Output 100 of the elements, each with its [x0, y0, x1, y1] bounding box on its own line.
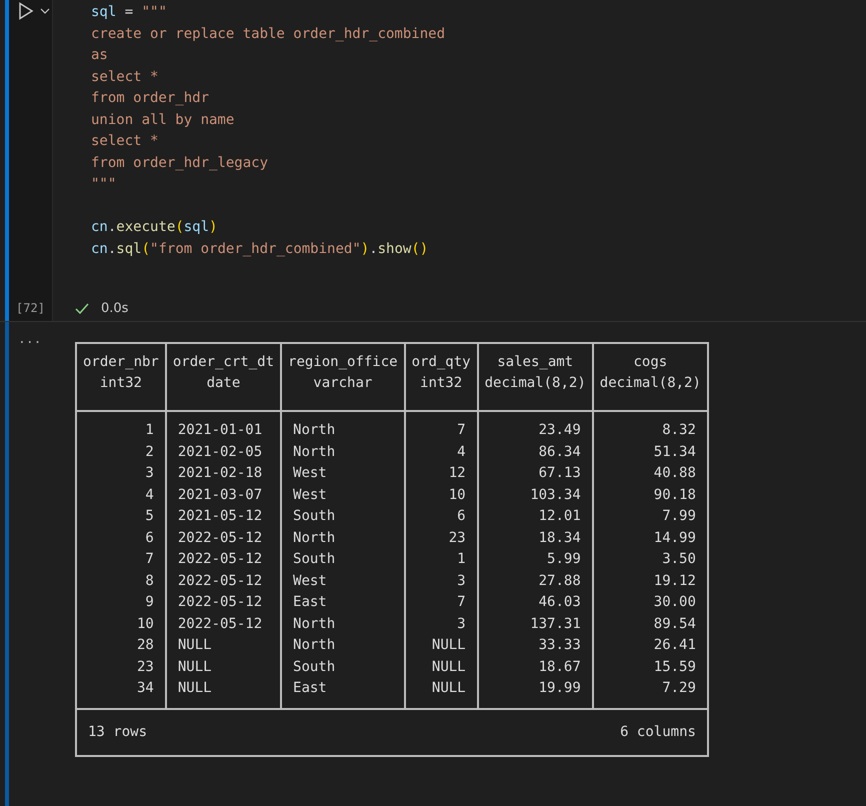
column-count: 6 columns [620, 722, 696, 742]
column-name: ord_qty [412, 353, 471, 372]
column-name: order_nbr [83, 353, 159, 372]
table-cell: 34 [137, 680, 154, 696]
table-cell: 89.54 [654, 616, 696, 632]
table-cell: 2022-05-12 [178, 551, 262, 567]
row-count: 13 rows [88, 722, 148, 742]
table-cell: 90.18 [654, 486, 696, 502]
execution-duration: 0.0s [101, 301, 128, 316]
table-cell: 2021-03-07 [178, 486, 262, 502]
table-cell: West [293, 572, 327, 588]
table-cell: NULL [178, 658, 212, 674]
table-cell: 6 [145, 530, 154, 546]
table-cell: 5 [145, 508, 154, 524]
table-cell: 3 [457, 572, 466, 588]
execution-count: [72] [16, 301, 45, 315]
table-cell: 10 [137, 616, 154, 632]
table-cell: 2021-02-05 [178, 444, 262, 460]
code-line: """ [91, 176, 116, 192]
code-line: from order_hdr [91, 90, 210, 106]
table-cell: South [293, 658, 336, 674]
table-cell: NULL [432, 680, 466, 696]
column-type: int32 [98, 374, 143, 393]
table-cell: 8 [145, 572, 154, 588]
code-line: select * [91, 68, 158, 84]
column-type: varchar [312, 374, 374, 393]
table-cell: 19.12 [654, 572, 696, 588]
output-menu[interactable]: ... [18, 332, 42, 347]
table-cell: 6 [457, 508, 466, 524]
chevron-down-icon[interactable] [40, 7, 50, 15]
table-cell: 15.59 [654, 658, 696, 674]
table-cell: 4 [145, 486, 154, 502]
table-cell: 7 [457, 594, 466, 610]
column-name: sales_amt [496, 353, 574, 372]
table-cell: NULL [178, 680, 212, 696]
code-line: cn.sql("from order_hdr_combined").show() [91, 240, 428, 256]
column-type: decimal(8,2) [484, 374, 586, 393]
table-cell: South [293, 551, 336, 567]
code-line: as [91, 47, 108, 63]
table-cell: 28 [137, 637, 154, 653]
code-line: create or replace table order_hdr_combined [91, 26, 446, 42]
table-cell: North [293, 422, 336, 438]
table-cell: 18.67 [538, 658, 581, 674]
table-cell: South [293, 508, 336, 524]
table-cell: 23 [137, 658, 154, 674]
run-icon[interactable] [18, 2, 34, 20]
table-cell: 7.99 [662, 508, 696, 524]
table-cell: 23.49 [538, 422, 581, 438]
table-cell: NULL [432, 658, 466, 674]
table-cell: 12 [448, 465, 466, 481]
table-cell: 2 [145, 444, 154, 460]
table-cell: 2022-05-12 [178, 572, 262, 588]
table-cell: 1 [145, 422, 154, 438]
table-cell: 2021-01-01 [178, 422, 262, 438]
code-line: sql = """ [91, 4, 167, 20]
table-cell: East [293, 680, 327, 696]
table-cell: West [293, 486, 327, 502]
table-cell: 1 [457, 551, 466, 567]
column-type: decimal(8,2) [600, 374, 701, 393]
table-cell: 40.88 [654, 465, 696, 481]
column-type: int32 [419, 374, 464, 393]
table-cell: 67.13 [538, 465, 581, 481]
table-cell: North [293, 530, 336, 546]
table-cell: 14.99 [654, 530, 696, 546]
table-cell: 7 [145, 551, 154, 567]
table-cell: 46.03 [538, 594, 581, 610]
table-cell: North [293, 616, 336, 632]
table-cell: 26.41 [654, 637, 696, 653]
table-cell: 2022-05-12 [178, 616, 262, 632]
column-name: cogs [632, 353, 668, 372]
table-cell: NULL [432, 637, 466, 653]
table-cell: 2021-05-12 [178, 508, 262, 524]
table-cell: 3.50 [662, 551, 696, 567]
table-cell: 12.01 [538, 508, 581, 524]
table-cell: 3 [457, 616, 466, 632]
table-cell: 137.31 [530, 616, 581, 632]
table-cell: 23 [448, 530, 466, 546]
table-cell: 103.34 [530, 486, 581, 502]
table-cell: 2022-05-12 [178, 594, 262, 610]
table-cell: West [293, 465, 327, 481]
table-cell: 18.34 [538, 530, 581, 546]
table-cell: 86.34 [538, 444, 581, 460]
code-line: union all by name [91, 112, 234, 128]
table-cell: 9 [145, 594, 154, 610]
table-cell: 7.29 [662, 680, 696, 696]
code-line: cn.execute(sql) [91, 219, 218, 235]
column-name: region_office [288, 353, 398, 372]
table-cell: 10 [448, 486, 466, 502]
table-cell: 3 [145, 465, 154, 481]
table-cell: East [293, 594, 327, 610]
table-cell: 8.32 [662, 422, 696, 438]
table-cell: 27.88 [538, 572, 581, 588]
table-cell: North [293, 444, 336, 460]
column-type: date [206, 374, 242, 393]
table-cell: 30.00 [654, 594, 696, 610]
code-line: from order_hdr_legacy [91, 154, 268, 170]
table-cell: 4 [457, 444, 466, 460]
code-line: select * [91, 133, 158, 149]
table-cell: North [293, 637, 336, 653]
table-cell: 2022-05-12 [178, 530, 262, 546]
